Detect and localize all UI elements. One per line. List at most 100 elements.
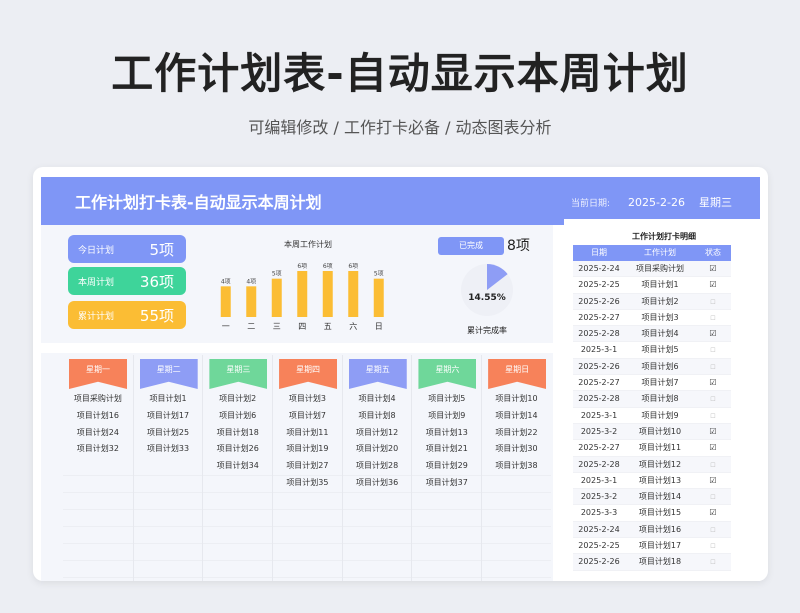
- bar-data-label: 5项: [272, 271, 282, 278]
- date-value: 2025-2-26: [628, 196, 685, 209]
- plan-item: 项目计划14: [495, 410, 538, 420]
- row-line: [273, 560, 342, 561]
- dashboard-card: 工作计划打卡表-自动显示本周计划 当前日期: 2025-2-26 星期三 今日计划 5…: [33, 167, 768, 581]
- empty-box-icon: ☐: [710, 347, 716, 355]
- row-plan: 项目计划18: [638, 557, 682, 567]
- status-checkbox[interactable]: ☐: [695, 310, 731, 325]
- row-line: [412, 475, 482, 476]
- day-ribbon: 星期六: [418, 359, 477, 389]
- plan-item: 项目计划24: [76, 427, 119, 437]
- date-label: 当前日期:: [571, 199, 611, 209]
- table-row: 2025-2-28 项目计划4 ☑: [573, 326, 731, 343]
- plan-item: 项目计划2: [219, 394, 257, 403]
- row-date: 2025-2-27: [578, 312, 620, 322]
- plan-item: 项目计划22: [495, 427, 538, 437]
- row-line: [412, 509, 482, 510]
- checked-box-icon: ☑: [709, 329, 717, 339]
- row-date: 2025-2-27: [578, 443, 620, 453]
- empty-box-icon: ☐: [710, 314, 716, 322]
- row-plan: 项目计划6: [641, 361, 679, 371]
- hero-subtitle: 可编辑修改 / 工作打卡必备 / 动态图表分析: [248, 118, 552, 137]
- row-line: [133, 560, 203, 561]
- status-checkbox[interactable]: ☐: [695, 489, 731, 504]
- status-checkbox[interactable]: ☑: [695, 261, 731, 276]
- status-checkbox[interactable]: ☑: [695, 505, 731, 520]
- status-checkbox[interactable]: ☐: [695, 457, 731, 472]
- bar-一: [220, 286, 231, 317]
- completed-label: 已完成: [438, 237, 504, 255]
- status-checkbox[interactable]: ☐: [695, 408, 731, 423]
- row-line: [203, 526, 273, 527]
- status-checkbox[interactable]: ☐: [695, 554, 731, 569]
- table-row: 2025-2-25 项目计划1 ☑: [573, 277, 731, 294]
- plan-item: 项目计划32: [76, 444, 119, 454]
- table-row: 2025-2-26 项目计划6 ☐: [573, 358, 731, 376]
- row-line: [342, 526, 412, 527]
- row-line: [412, 492, 482, 493]
- row-line: [342, 492, 412, 493]
- hero-title: 工作计划表-自动显示本周计划: [111, 49, 689, 98]
- day-column: 星期日 项目计划10 项目计划14 项目计划22 项目计划30 项目计划38: [481, 355, 551, 581]
- row-line: [63, 577, 133, 578]
- row-date: 2025-2-26: [578, 296, 620, 306]
- table-row: 2025-2-28 项目计划8 ☐: [573, 391, 731, 408]
- empty-box-icon: ☐: [710, 494, 716, 502]
- status-checkbox[interactable]: ☐: [695, 359, 731, 374]
- day-items: 项目计划10 项目计划14 项目计划22 项目计划30 项目计划38: [482, 391, 551, 475]
- row-date: 2025-2-24: [578, 264, 620, 273]
- status-checkbox[interactable]: ☐: [695, 294, 731, 309]
- day-column: 星期二 项目计划1 项目计划17 项目计划25 项目计划33: [132, 355, 203, 581]
- completion-pie: [458, 261, 516, 319]
- header-status: 状态: [705, 248, 721, 257]
- bar-data-label: 6项: [323, 263, 333, 270]
- status-checkbox[interactable]: ☑: [695, 375, 731, 390]
- status-checkbox[interactable]: ☐: [695, 342, 731, 357]
- status-checkbox[interactable]: ☑: [695, 440, 731, 455]
- row-line: [133, 492, 203, 493]
- row-plan: 项目计划9: [641, 410, 679, 420]
- plan-item: 项目计划17: [146, 410, 190, 420]
- current-date: 当前日期: 2025-2-26 星期三: [571, 194, 732, 210]
- table-row: 2025-2-26 项目计划2 ☐: [573, 293, 731, 310]
- header-plan: 工作计划: [644, 248, 676, 257]
- row-line: [273, 526, 342, 527]
- row-date: 2025-2-24: [578, 524, 620, 534]
- row-line: [133, 543, 203, 544]
- plan-item: 项目计划35: [286, 477, 329, 487]
- row-date: 2025-2-25: [578, 541, 620, 551]
- status-checkbox[interactable]: ☐: [695, 538, 731, 553]
- status-checkbox[interactable]: ☐: [695, 522, 731, 537]
- completed-value: 8项: [507, 238, 530, 254]
- empty-box-icon: ☐: [710, 461, 716, 469]
- plan-item: 项目计划8: [358, 410, 396, 420]
- row-line: [342, 509, 412, 510]
- row-line: [482, 577, 551, 578]
- status-checkbox[interactable]: ☑: [695, 277, 731, 292]
- x-tick-label: 五: [324, 322, 332, 331]
- table-row: 2025-3-1 项目计划13 ☑: [573, 473, 731, 490]
- day-items: 项目计划5 项目计划9 项目计划13 项目计划21 项目计划29 项目计划37: [412, 391, 481, 492]
- status-checkbox[interactable]: ☑: [695, 473, 731, 488]
- row-line: [203, 577, 273, 578]
- x-tick-label: 六: [349, 321, 357, 331]
- row-line: [273, 492, 342, 493]
- table-row: 2025-3-2 项目计划10 ☑: [573, 423, 731, 441]
- bar-六: [348, 271, 359, 317]
- status-checkbox[interactable]: ☐: [695, 391, 731, 406]
- table-row: 2025-2-24 项目计划16 ☐: [573, 521, 731, 539]
- row-line: [203, 492, 273, 493]
- plan-item: 项目计划5: [428, 394, 466, 403]
- row-line: [342, 475, 412, 476]
- day-column: 星期六 项目计划5 项目计划9 项目计划13 项目计划21 项目计划29 项目计划37: [411, 355, 482, 581]
- bar-data-label: 4项: [246, 278, 256, 285]
- status-checkbox[interactable]: ☑: [695, 424, 731, 439]
- plan-item: 项目计划16: [76, 410, 119, 420]
- empty-box-icon: ☐: [710, 396, 716, 404]
- table-row: 2025-3-3 项目计划15 ☑: [573, 505, 731, 522]
- status-checkbox[interactable]: ☑: [695, 326, 731, 341]
- day-items: 项目采购计划 项目计划16 项目计划24 项目计划32: [63, 391, 133, 458]
- detail-table-header: 日期 工作计划 状态: [573, 245, 731, 261]
- bar-data-label: 6项: [348, 263, 358, 270]
- checked-box-icon: ☑: [709, 264, 717, 273]
- day-items: 项目计划2 项目计划6 项目计划18 项目计划26 项目计划34: [203, 391, 272, 475]
